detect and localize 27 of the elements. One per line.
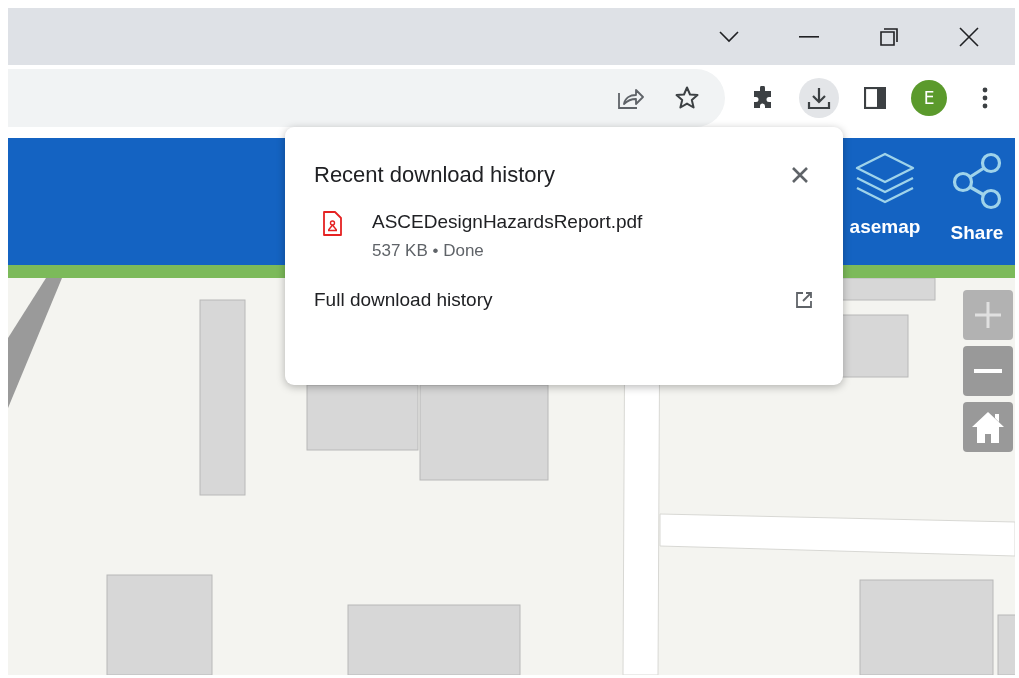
layers-icon xyxy=(854,152,916,204)
full-history-link[interactable]: Full download history xyxy=(314,289,493,311)
file-name[interactable]: ASCEDesignHazardsReport.pdf xyxy=(372,211,643,233)
download-button[interactable] xyxy=(799,77,839,118)
download-status: 537 KB • Done xyxy=(372,241,485,261)
share-icon xyxy=(951,152,1003,210)
close-icon xyxy=(791,166,809,184)
download-icon xyxy=(807,85,831,110)
star-icon xyxy=(675,86,699,109)
chevron-down-icon xyxy=(719,30,739,43)
menu-icon xyxy=(982,86,988,109)
minus-icon xyxy=(974,369,1002,373)
plus-icon xyxy=(975,302,1001,328)
share-icon xyxy=(618,86,644,109)
share-button[interactable]: Share xyxy=(939,138,1015,265)
minus-button[interactable] xyxy=(963,346,1013,396)
profile-avatar[interactable]: E xyxy=(911,79,947,116)
popup-title: Recent download history xyxy=(314,162,555,188)
external-link-icon xyxy=(795,291,813,309)
restore-icon xyxy=(880,27,898,46)
home-button[interactable] xyxy=(963,402,1013,452)
home-icon xyxy=(971,411,1005,443)
close-icon xyxy=(959,26,979,47)
pdf-file-icon xyxy=(322,211,342,237)
minimize-icon xyxy=(799,35,819,38)
layers-button[interactable]: asemap xyxy=(831,138,939,265)
side-panel-icon xyxy=(864,86,886,109)
